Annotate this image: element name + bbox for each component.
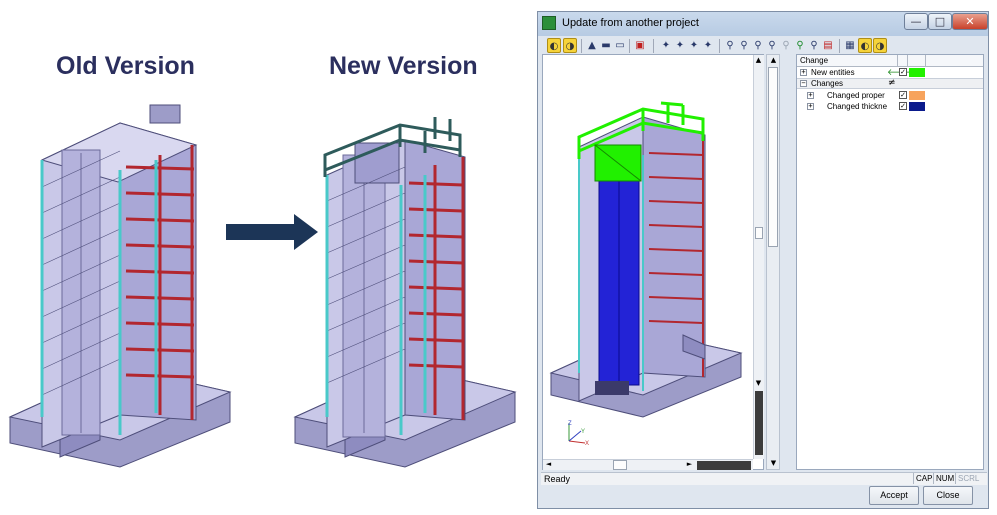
color-swatch[interactable]: [909, 68, 925, 77]
window-title: Update from another project: [562, 17, 699, 29]
color-swatch[interactable]: [909, 91, 925, 100]
new-version-heading: New Version: [329, 52, 478, 80]
expand-icon[interactable]: +: [807, 92, 814, 99]
model-viewport[interactable]: Z Y X ▲ ▼ ◄ ►: [542, 54, 764, 470]
filter-a-icon[interactable]: ◐: [858, 38, 872, 53]
app-icon: [542, 16, 556, 30]
cap-indicator: CAP: [913, 473, 934, 484]
axis-label-z: Z: [568, 421, 572, 427]
print-icon[interactable]: ▤: [821, 38, 835, 53]
zoom-icon[interactable]: ⚲: [723, 38, 737, 53]
tree-row-changed-properties[interactable]: + Changed proper ✓: [797, 90, 983, 101]
zoom-window-icon[interactable]: ⚲: [765, 38, 779, 53]
properties-icon[interactable]: ▦: [843, 38, 857, 53]
color-swatch[interactable]: [909, 102, 925, 111]
scroll-left-arrow-icon[interactable]: ◄: [544, 460, 553, 469]
scroll-up-arrow-icon[interactable]: ▲: [754, 56, 763, 65]
not-equal-icon: ≠: [888, 78, 896, 88]
tree-row-changed-thickness[interactable]: + Changed thickne ✓: [797, 101, 983, 112]
shade-toggle-icon[interactable]: ◑: [563, 38, 577, 53]
toolbar-separator: [839, 39, 840, 53]
scroll-down-arrow-icon[interactable]: ▼: [754, 379, 763, 388]
old-roof-parapet: [149, 104, 181, 124]
expand-icon[interactable]: +: [800, 69, 807, 76]
toolbar-separator: [653, 39, 654, 53]
collapse-icon[interactable]: −: [800, 80, 807, 87]
accept-button[interactable]: Accept: [869, 486, 919, 505]
slab-icon[interactable]: ▭: [613, 38, 627, 53]
tree-row-label: New entities: [811, 68, 855, 77]
splitter-scroll-thumb[interactable]: [768, 67, 778, 247]
model-icon[interactable]: ▲: [585, 38, 599, 53]
viewport-horizontal-scrollbar[interactable]: ◄ ►: [543, 459, 753, 470]
selection-2-icon[interactable]: ✦: [673, 38, 687, 53]
layers-icon[interactable]: ▣: [633, 38, 647, 53]
toolbar-separator: [719, 39, 720, 53]
viewport-model: [549, 101, 743, 418]
close-window-button[interactable]: ✕: [952, 13, 988, 30]
vertical-scroll-track-block: [755, 391, 763, 455]
tree-row-label: Changed proper: [827, 91, 885, 100]
viewport-vertical-scrollbar[interactable]: ▲ ▼: [753, 55, 764, 459]
toolbar-separator: [581, 39, 582, 53]
horizontal-scroll-thumb[interactable]: [613, 460, 627, 470]
update-dialog: Update from another project — □ ✕ ◐ ◑ ▲ …: [537, 11, 989, 509]
panel-splitter-scrollbar[interactable]: ▲ ▼: [766, 54, 780, 470]
tree-header: Change: [797, 55, 983, 67]
axis-label-x: X: [585, 441, 590, 447]
beam-icon[interactable]: ▬: [599, 38, 613, 53]
change-tree: Change + New entities 🡐 ✓ − Changes ≠ + …: [796, 54, 984, 470]
change-column-header[interactable]: Change: [800, 56, 828, 65]
scroll-right-arrow-icon[interactable]: ►: [685, 460, 694, 469]
tree-row-label: Changes: [811, 79, 844, 88]
tree-row-label: Changed thickne: [827, 102, 888, 111]
splitter-up-arrow-icon[interactable]: ▲: [769, 56, 778, 65]
vertical-scroll-thumb[interactable]: [755, 227, 763, 239]
splitter-down-arrow-icon[interactable]: ▼: [769, 459, 778, 468]
wireframe-toggle-icon[interactable]: ◐: [547, 38, 561, 53]
minimize-button[interactable]: —: [904, 13, 928, 30]
tree-row-changes[interactable]: − Changes ≠: [797, 78, 983, 89]
tree-row-new-entities[interactable]: + New entities 🡐 ✓: [797, 67, 983, 78]
toolbar-separator: [629, 39, 630, 53]
close-button[interactable]: Close: [923, 486, 973, 505]
zoom-next-icon[interactable]: ⚲: [793, 38, 807, 53]
selection-4-icon[interactable]: ✦: [701, 38, 715, 53]
expand-icon[interactable]: +: [807, 103, 814, 110]
title-bar[interactable]: Update from another project — □ ✕: [538, 12, 988, 36]
status-text: Ready: [544, 474, 571, 484]
column-header-divider: [925, 55, 984, 66]
zoom-all-icon[interactable]: ⚲: [807, 38, 821, 53]
column-header-divider: [907, 55, 918, 66]
visibility-checkbox[interactable]: ✓: [899, 102, 907, 110]
axis-label-y: Y: [581, 429, 586, 435]
selection-3-icon[interactable]: ✦: [687, 38, 701, 53]
horizontal-scroll-track-block: [697, 461, 751, 470]
status-bar: Ready CAP NUM SCRL: [541, 472, 987, 485]
maximize-button[interactable]: □: [928, 13, 952, 30]
scrl-indicator: SCRL: [955, 473, 981, 484]
new-version-model: [293, 117, 517, 468]
visibility-checkbox[interactable]: ✓: [899, 68, 907, 76]
visibility-checkbox[interactable]: ✓: [899, 91, 907, 99]
zoom-in-icon[interactable]: ⚲: [737, 38, 751, 53]
filter-b-icon[interactable]: ◑: [873, 38, 887, 53]
num-indicator: NUM: [933, 473, 956, 484]
zoom-out-icon[interactable]: ⚲: [751, 38, 765, 53]
old-version-model: [8, 104, 232, 468]
selection-1-icon[interactable]: ✦: [659, 38, 673, 53]
zoom-previous-icon[interactable]: ⚲: [779, 38, 793, 53]
new-tower: [326, 139, 466, 448]
old-version-heading: Old Version: [56, 52, 195, 80]
